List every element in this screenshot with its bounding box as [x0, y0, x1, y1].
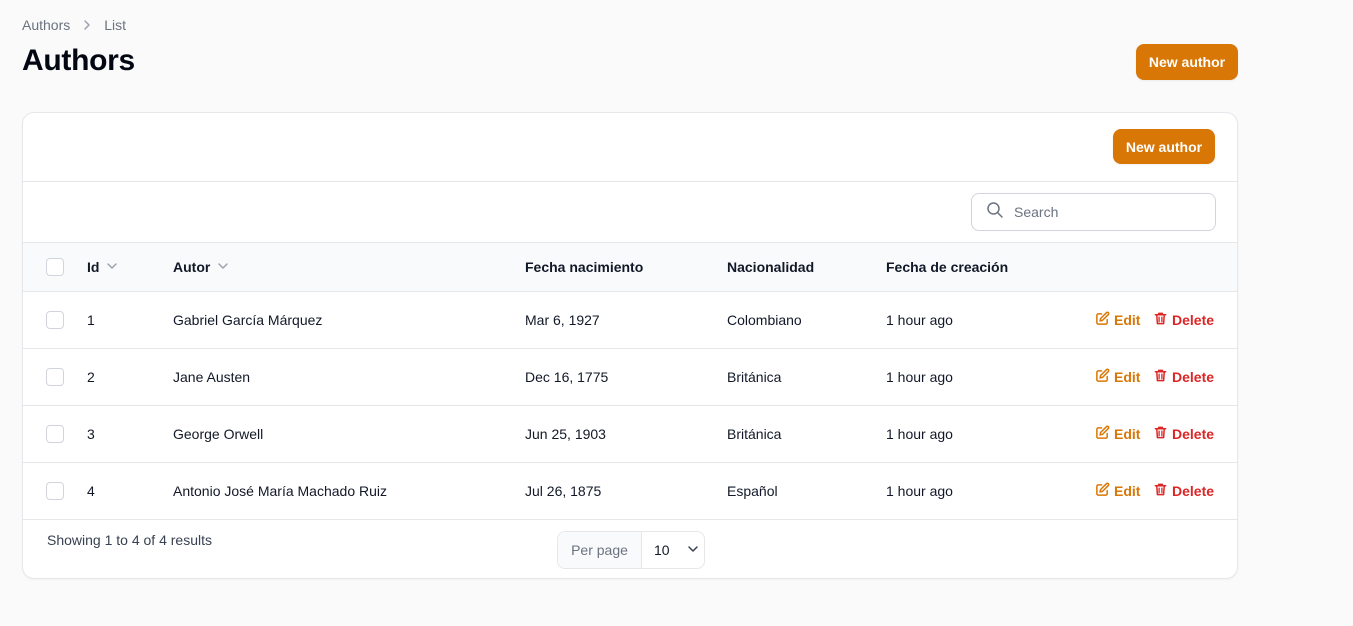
new-author-table-button[interactable]: New author: [1113, 129, 1215, 164]
delete-label: Delete: [1172, 312, 1215, 328]
row-checkbox[interactable]: [46, 311, 64, 329]
new-author-header-button[interactable]: New author: [1136, 44, 1238, 80]
per-page-value: 10: [654, 542, 670, 558]
chevron-down-icon: [686, 542, 700, 559]
delete-button[interactable]: Delete: [1153, 463, 1214, 519]
per-page-control: Per page 10: [557, 531, 705, 569]
cell-id: 4: [87, 483, 95, 499]
table-row: 2 Jane Austen Dec 16, 1775 Británica 1 h…: [23, 349, 1237, 406]
row-checkbox[interactable]: [46, 368, 64, 386]
cell-autor: George Orwell: [173, 426, 264, 442]
delete-button[interactable]: Delete: [1153, 406, 1214, 462]
authors-table-card: New author Id Autor Fecha nacimiento Nac…: [22, 112, 1238, 579]
row-checkbox[interactable]: [46, 482, 64, 500]
edit-icon: [1095, 425, 1110, 443]
page-title: Authors: [22, 44, 135, 77]
cell-fecha-creacion: 1 hour ago: [886, 369, 953, 385]
cell-fecha-nacimiento: Dec 16, 1775: [525, 369, 609, 385]
table-header: Id Autor Fecha nacimiento Nacionalidad F…: [23, 242, 1237, 292]
column-header-fecha-nacimiento: Fecha nacimiento: [525, 259, 644, 275]
cell-id: 2: [87, 369, 95, 385]
cell-id: 1: [87, 312, 95, 328]
breadcrumb-list: List: [104, 17, 127, 33]
cell-fecha-creacion: 1 hour ago: [886, 312, 953, 328]
column-header-nacionalidad: Nacionalidad: [727, 259, 815, 275]
pagination-summary: Showing 1 to 4 of 4 results: [47, 532, 212, 548]
trash-icon: [1153, 425, 1168, 443]
delete-label: Delete: [1172, 369, 1215, 385]
delete-button[interactable]: Delete: [1153, 292, 1214, 348]
table-row: 4 Antonio José María Machado Ruiz Jul 26…: [23, 463, 1237, 520]
cell-nacionalidad: Británica: [727, 426, 782, 442]
cell-id: 3: [87, 426, 95, 442]
delete-button[interactable]: Delete: [1153, 349, 1214, 405]
row-checkbox[interactable]: [46, 425, 64, 443]
edit-button[interactable]: Edit: [1095, 292, 1140, 348]
column-header-autor[interactable]: Autor: [173, 243, 230, 291]
chevron-down-icon: [216, 259, 230, 276]
toolbar-divider: [23, 181, 1237, 182]
cell-fecha-creacion: 1 hour ago: [886, 426, 953, 442]
edit-label: Edit: [1114, 312, 1141, 328]
cell-fecha-nacimiento: Mar 6, 1927: [525, 312, 600, 328]
breadcrumb-authors[interactable]: Authors: [22, 17, 70, 33]
column-header-autor-label: Autor: [173, 259, 211, 275]
select-all-checkbox[interactable]: [46, 258, 64, 276]
cell-autor: Jane Austen: [173, 369, 251, 385]
cell-autor: Antonio José María Machado Ruiz: [173, 483, 387, 499]
delete-label: Delete: [1172, 426, 1215, 442]
table-row: 1 Gabriel García Márquez Mar 6, 1927 Col…: [23, 292, 1237, 349]
search-icon: [986, 201, 1004, 224]
cell-fecha-creacion: 1 hour ago: [886, 483, 953, 499]
edit-label: Edit: [1114, 369, 1141, 385]
edit-label: Edit: [1114, 426, 1141, 442]
search-input[interactable]: [1014, 204, 1194, 220]
table-row: 3 George Orwell Jun 25, 1903 Británica 1…: [23, 406, 1237, 463]
edit-label: Edit: [1114, 483, 1141, 499]
delete-label: Delete: [1172, 483, 1215, 499]
chevron-right-icon: [80, 18, 94, 32]
trash-icon: [1153, 311, 1168, 329]
cell-nacionalidad: Colombiano: [727, 312, 802, 328]
per-page-label: Per page: [558, 532, 642, 568]
trash-icon: [1153, 368, 1168, 386]
column-header-fecha-creacion: Fecha de creación: [886, 259, 1009, 275]
chevron-down-icon: [105, 259, 119, 276]
per-page-select[interactable]: 10: [642, 532, 704, 568]
cell-nacionalidad: Español: [727, 483, 778, 499]
cell-autor: Gabriel García Márquez: [173, 312, 323, 328]
trash-icon: [1153, 482, 1168, 500]
edit-button[interactable]: Edit: [1095, 463, 1140, 519]
edit-button[interactable]: Edit: [1095, 406, 1140, 462]
edit-button[interactable]: Edit: [1095, 349, 1140, 405]
search-field[interactable]: [971, 193, 1216, 231]
edit-icon: [1095, 368, 1110, 386]
edit-icon: [1095, 311, 1110, 329]
edit-icon: [1095, 482, 1110, 500]
column-header-id[interactable]: Id: [87, 243, 119, 291]
cell-fecha-nacimiento: Jun 25, 1903: [525, 426, 606, 442]
cell-fecha-nacimiento: Jul 26, 1875: [525, 483, 602, 499]
breadcrumb: Authors List: [22, 17, 126, 33]
cell-nacionalidad: Británica: [727, 369, 782, 385]
column-header-id-label: Id: [87, 259, 100, 275]
